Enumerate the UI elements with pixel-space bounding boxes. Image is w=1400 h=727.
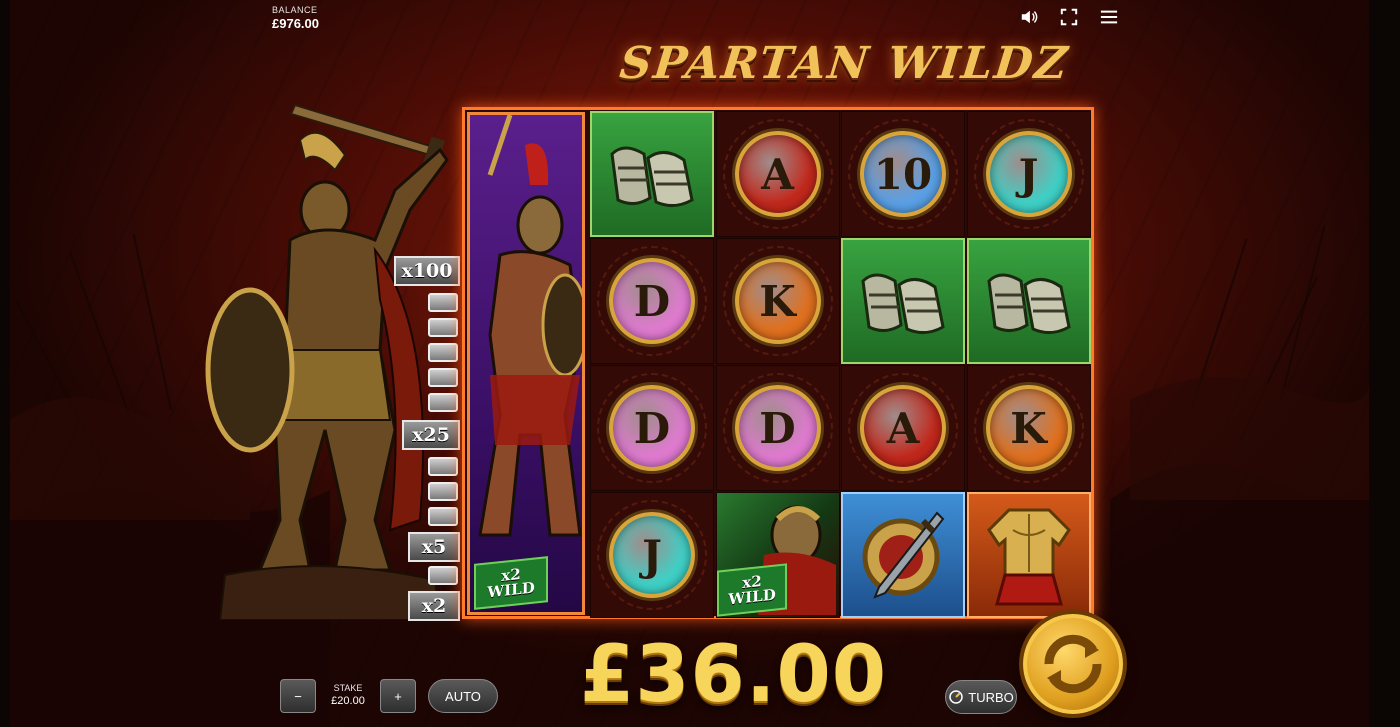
grid-cell: D	[715, 365, 840, 491]
big-wild-label: x2 WILD	[474, 556, 548, 610]
letter-d-symbol: D	[591, 239, 713, 363]
menu-icon[interactable]	[1100, 8, 1118, 26]
turbo-label: TURBO	[968, 689, 1014, 705]
ladder-step	[428, 482, 458, 501]
ladder-step	[428, 368, 458, 387]
ladder-step	[428, 566, 458, 585]
decrease-stake-button[interactable]: −	[280, 679, 316, 713]
grid-cell: J	[590, 492, 714, 618]
cell-wild-label: x2 WILD	[716, 563, 787, 617]
coin-ring	[597, 373, 707, 483]
big-wild-text: WILD	[487, 578, 535, 602]
ladder-step	[428, 318, 458, 337]
grid-cell: D	[590, 365, 714, 491]
grid-cell	[841, 492, 965, 618]
sandals-symbol	[843, 240, 963, 362]
grid-cell: J	[966, 111, 1091, 237]
stake-label: STAKE	[333, 683, 363, 693]
multiplier-x100: x100	[394, 256, 460, 286]
ladder-step	[428, 457, 458, 476]
spin-arrows-icon	[1044, 634, 1102, 694]
grid-cell: K	[715, 238, 840, 364]
ladder-step	[428, 343, 458, 362]
balance-value: £976.00	[272, 16, 319, 31]
spin-button[interactable]	[1023, 614, 1123, 714]
grid-cell: A	[841, 365, 965, 491]
grid-cell: 10	[841, 111, 965, 237]
grid-cell	[966, 238, 1091, 364]
coin-ring	[722, 119, 833, 229]
coin-ring	[597, 500, 707, 610]
sandals-icon	[610, 146, 694, 207]
letter-a-symbol: A	[842, 366, 964, 490]
balance-display: BALANCE £976.00	[272, 5, 319, 31]
letter-k-symbol: K	[968, 366, 1090, 490]
ladder-step	[428, 293, 458, 312]
letter-k-symbol: K	[717, 239, 839, 363]
sandals-symbol	[592, 113, 712, 235]
coin-ring	[848, 373, 958, 483]
charging-spartan-art	[478, 115, 582, 537]
shield-sword-symbol	[843, 494, 963, 616]
armor-icon	[986, 508, 1071, 606]
letter-j-symbol: J	[968, 112, 1090, 236]
multiplier-x2: x2	[408, 591, 460, 621]
grid-cell: A	[715, 111, 840, 237]
grid-cell	[966, 492, 1091, 618]
grid-cell: x2 WILD	[715, 492, 840, 618]
stake-value: £20.00	[331, 695, 365, 707]
expanded-wild-reel: x2 WILD	[467, 112, 585, 615]
grid-cell: D	[590, 238, 714, 364]
coin-ring	[973, 373, 1084, 483]
ladder-step	[428, 507, 458, 526]
letter-d-symbol: D	[591, 366, 713, 490]
multiplier-x25: x25	[402, 420, 460, 450]
auto-button[interactable]: AUTO	[428, 679, 498, 713]
coin-ring	[722, 246, 833, 356]
turbo-button[interactable]: TURBO	[945, 680, 1017, 714]
sandals-icon	[861, 273, 945, 334]
top-icon-bar	[1020, 8, 1118, 26]
letter-j-symbol: J	[591, 493, 713, 617]
multiplier-x5: x5	[408, 532, 460, 562]
multiplier-ladder: x100 x25 x5 x2	[388, 253, 460, 623]
game-logo: SPARTAN WILDZ	[617, 38, 1072, 89]
coin-ring	[973, 119, 1084, 229]
sandals-symbol	[969, 240, 1089, 362]
increase-stake-button[interactable]: +	[380, 679, 416, 713]
coin-ring	[722, 373, 833, 483]
armor-symbol	[969, 494, 1089, 616]
turbo-icon	[949, 690, 963, 704]
speaker-icon[interactable]	[1020, 8, 1038, 26]
grid-cell	[590, 111, 714, 237]
coin-ring	[848, 119, 958, 229]
number-ten-symbol: 10	[842, 112, 964, 236]
sandals-icon	[986, 273, 1071, 334]
grid-cell	[841, 238, 965, 364]
letter-a-symbol: A	[717, 112, 839, 236]
stake-display: STAKE £20.00	[318, 683, 378, 707]
letter-d-symbol: D	[717, 366, 839, 490]
fullscreen-icon[interactable]	[1060, 8, 1078, 26]
ladder-step	[428, 393, 458, 412]
coin-ring	[597, 246, 707, 356]
shield-sword-icon	[862, 511, 945, 599]
balance-label: BALANCE	[272, 5, 318, 15]
grid-cell: K	[966, 365, 1091, 491]
cell-wild-text: WILD	[727, 585, 776, 609]
win-amount: £36.00	[580, 630, 887, 720]
